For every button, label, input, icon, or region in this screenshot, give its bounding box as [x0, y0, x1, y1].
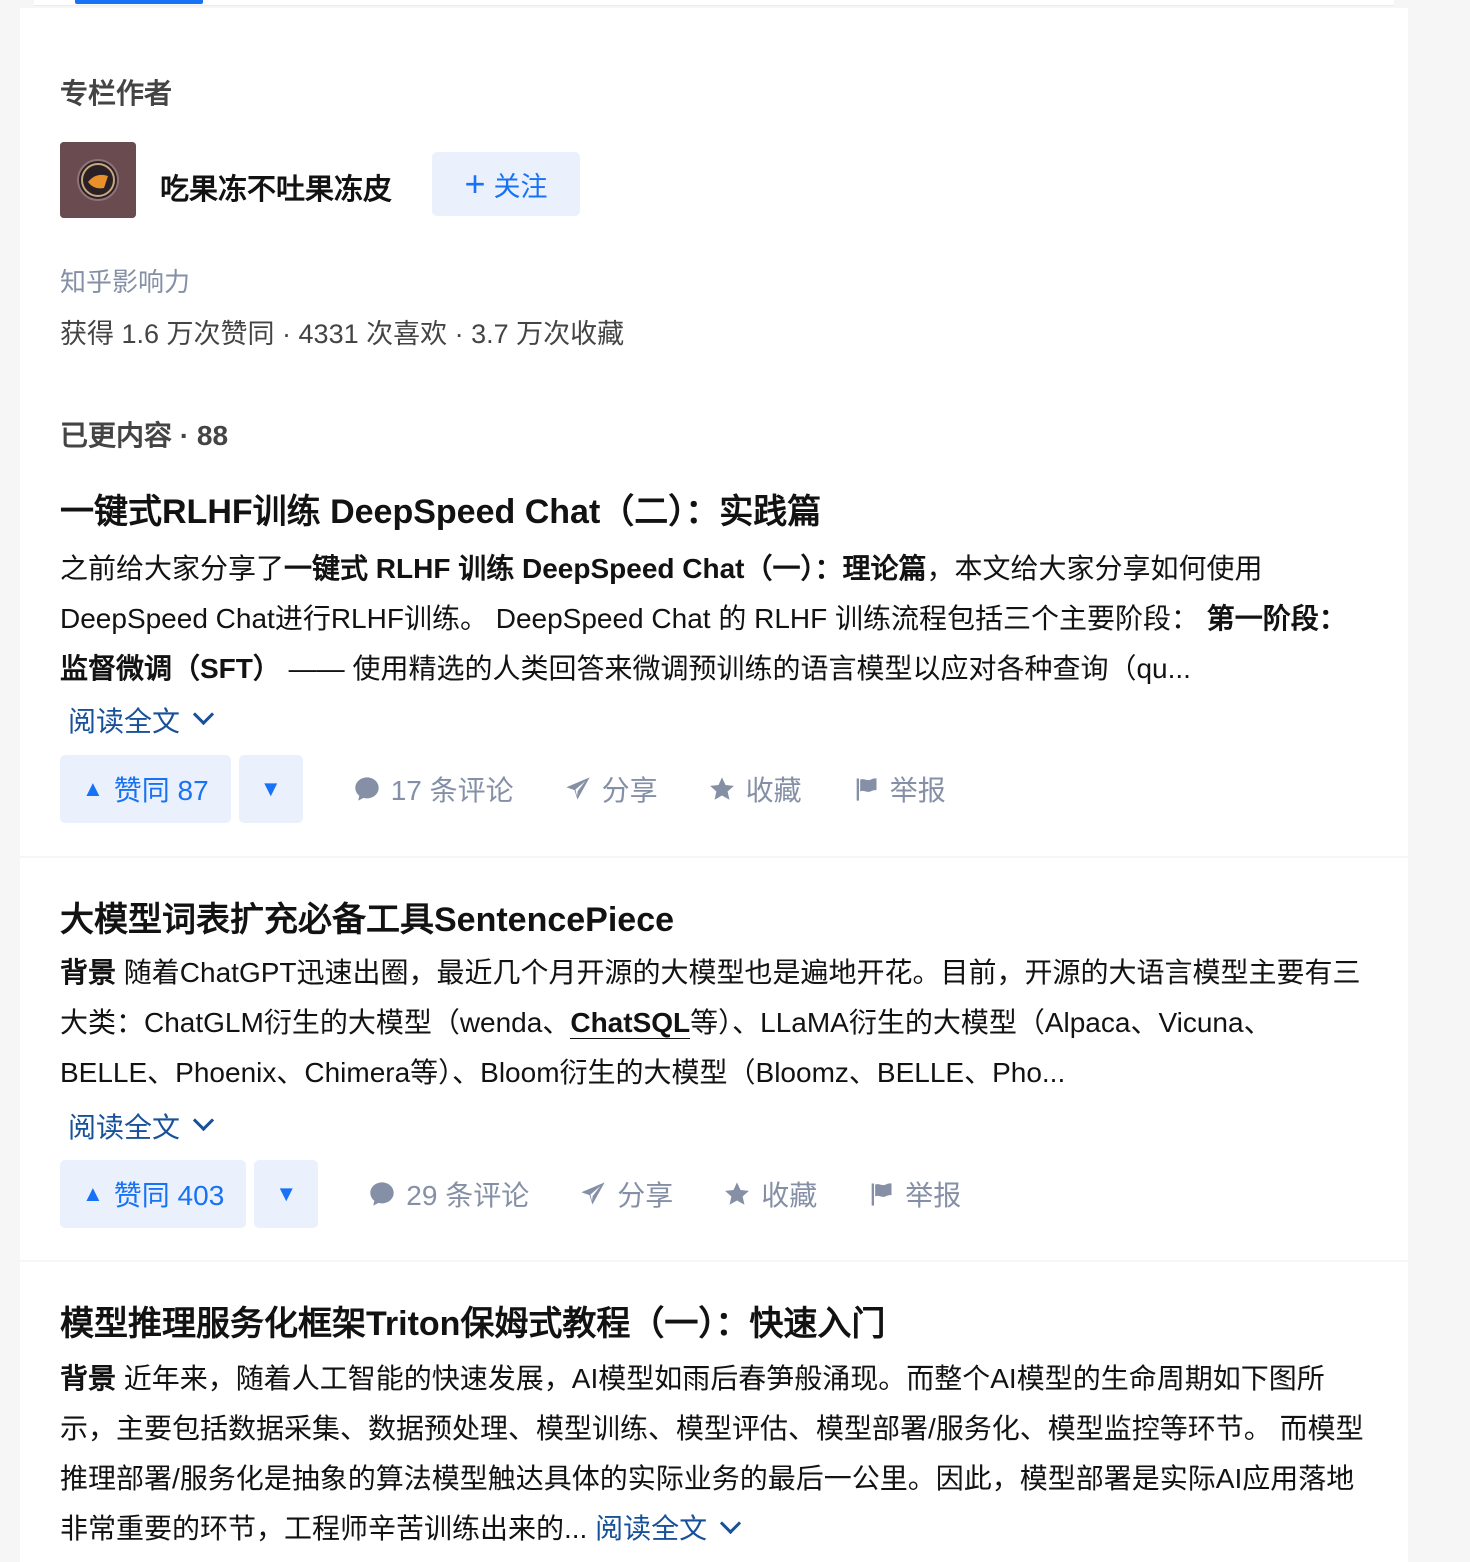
article-excerpt[interactable]: 之前给大家分享了一键式 RLHF 训练 DeepSpeed Chat（一）：理论… — [60, 544, 1370, 694]
triangle-down-icon: ▼ — [259, 776, 282, 801]
star-icon — [725, 1182, 750, 1205]
inline-link[interactable]: ChatSQL — [570, 1007, 691, 1039]
comments-button[interactable]: 29 条评论 — [368, 1174, 529, 1214]
top-strip — [34, 0, 1394, 6]
column-card: 专栏作者 吃果冻不吐果冻皮 + 关注 知乎影响力 获得 1.6 万次赞同 · 4… — [20, 8, 1408, 856]
comment-icon — [355, 777, 379, 801]
follow-label: 关注 — [493, 171, 548, 202]
comment-icon — [370, 1182, 394, 1206]
chevron-down-icon — [192, 1109, 215, 1131]
downvote-button[interactable]: ▼ — [254, 1160, 319, 1228]
read-more-link[interactable]: 阅读全文 — [68, 1106, 215, 1146]
read-more-link[interactable]: 阅读全文 — [595, 1504, 742, 1554]
content-count: 已更内容 · 88 — [60, 420, 229, 451]
section-title: 专栏作者 — [60, 78, 173, 109]
article-title[interactable]: 大模型词表扩充必备工具SentencePiece — [60, 892, 674, 941]
article-title[interactable]: 一键式RLHF训练 DeepSpeed Chat（二）：实践篇 — [60, 484, 821, 533]
article-card: 模型推理服务化框架Triton保姆式教程（一）：快速入门 背景 近年来，随着人工… — [20, 1262, 1408, 1562]
article-actions: ▲ 赞同 87 ▼ 17 条评论 分享 收藏 举报 — [60, 755, 946, 823]
chevron-down-icon — [192, 703, 215, 725]
triangle-up-icon: ▲ — [82, 776, 104, 801]
avatar-image — [60, 142, 136, 218]
share-button[interactable]: 分享 — [579, 1174, 673, 1214]
read-more-link[interactable]: 阅读全文 — [68, 700, 215, 740]
favorite-button[interactable]: 收藏 — [723, 1174, 817, 1214]
influence-stats: 获得 1.6 万次赞同 · 4331 次喜欢 · 3.7 万次收藏 — [60, 319, 625, 349]
influence-label: 知乎影响力 — [60, 267, 191, 297]
chevron-down-icon — [720, 1512, 742, 1534]
upvote-button[interactable]: ▲ 赞同 87 — [60, 755, 231, 823]
author-name[interactable]: 吃果冻不吐果冻皮 — [160, 166, 392, 208]
plus-icon: + — [464, 163, 486, 204]
favorite-button[interactable]: 收藏 — [708, 769, 802, 809]
report-button[interactable]: 举报 — [852, 769, 946, 809]
comments-button[interactable]: 17 条评论 — [353, 769, 514, 809]
active-tab-indicator — [75, 0, 203, 4]
follow-button[interactable]: + 关注 — [432, 152, 580, 216]
article-actions: ▲ 赞同 403 ▼ 29 条评论 分享 收藏 举报 — [60, 1160, 961, 1228]
triangle-up-icon: ▲ — [82, 1181, 104, 1206]
article-excerpt[interactable]: 背景 近年来，随着人工智能的快速发展，AI模型如雨后春笋般涌现。而整个AI模型的… — [60, 1354, 1370, 1554]
star-icon — [709, 777, 734, 800]
avatar[interactable] — [60, 142, 136, 218]
flag-icon — [856, 778, 877, 801]
share-button[interactable]: 分享 — [564, 769, 658, 809]
downvote-button[interactable]: ▼ — [238, 755, 303, 823]
article-excerpt[interactable]: 背景 随着ChatGPT迅速出圈，最近几个月开源的大模型也是遍地开花。目前，开源… — [60, 948, 1370, 1098]
article-title[interactable]: 模型推理服务化框架Triton保姆式教程（一）：快速入门 — [60, 1296, 885, 1345]
upvote-button[interactable]: ▲ 赞同 403 — [60, 1160, 247, 1228]
share-icon — [581, 1182, 605, 1205]
flag-icon — [871, 1183, 892, 1206]
report-button[interactable]: 举报 — [867, 1174, 961, 1214]
share-icon — [565, 777, 590, 800]
article-card: 大模型词表扩充必备工具SentencePiece 背景 随着ChatGPT迅速出… — [20, 858, 1408, 1260]
triangle-down-icon: ▼ — [275, 1181, 298, 1206]
